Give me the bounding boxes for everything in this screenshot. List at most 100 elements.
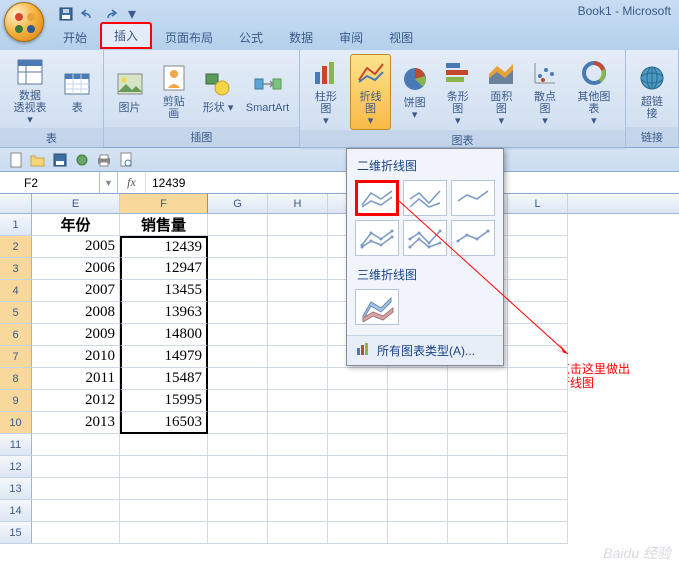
cell-L2[interactable] <box>508 236 568 258</box>
row-header-4[interactable]: 4 <box>0 280 32 302</box>
cell-J11[interactable] <box>388 434 448 456</box>
cell-K11[interactable] <box>448 434 508 456</box>
select-all-corner[interactable] <box>0 194 32 213</box>
cell-J8[interactable] <box>388 368 448 390</box>
cell-H11[interactable] <box>268 434 328 456</box>
cell-G14[interactable] <box>208 500 268 522</box>
fx-icon[interactable]: fx <box>118 172 146 193</box>
cell-G13[interactable] <box>208 478 268 500</box>
qat-customize-icon[interactable]: ▾ <box>122 4 142 24</box>
row-header-9[interactable]: 9 <box>0 390 32 412</box>
cell-F3[interactable]: 12947 <box>120 258 208 280</box>
cell-E3[interactable]: 2006 <box>32 258 120 280</box>
cell-K10[interactable] <box>448 412 508 434</box>
cell-I12[interactable] <box>328 456 388 478</box>
cell-F1[interactable]: 销售量 <box>120 214 208 236</box>
col-header-H[interactable]: H <box>268 194 328 213</box>
cell-F11[interactable] <box>120 434 208 456</box>
table-button[interactable]: 表 <box>58 66 97 116</box>
new-icon[interactable] <box>6 150 26 170</box>
name-box-dropdown[interactable]: ▼ <box>100 172 118 193</box>
line-3d-chart-type[interactable] <box>355 289 399 325</box>
cell-H4[interactable] <box>268 280 328 302</box>
cell-G2[interactable] <box>208 236 268 258</box>
cell-G6[interactable] <box>208 324 268 346</box>
cell-F4[interactable]: 13455 <box>120 280 208 302</box>
cell-H9[interactable] <box>268 390 328 412</box>
all-chart-types-button[interactable]: 所有图表类型(A)... <box>347 335 503 365</box>
cell-G8[interactable] <box>208 368 268 390</box>
other-charts-button[interactable]: 其他图表▾ <box>569 55 619 129</box>
cell-H2[interactable] <box>268 236 328 258</box>
cell-E9[interactable]: 2012 <box>32 390 120 412</box>
cell-J14[interactable] <box>388 500 448 522</box>
cell-H1[interactable] <box>268 214 328 236</box>
cell-G4[interactable] <box>208 280 268 302</box>
cell-H7[interactable] <box>268 346 328 368</box>
smartart-button[interactable]: SmartArt <box>242 66 293 116</box>
pie-chart-button[interactable]: 饼图▾ <box>395 61 434 123</box>
cell-E10[interactable]: 2013 <box>32 412 120 434</box>
cell-J12[interactable] <box>388 456 448 478</box>
cell-H13[interactable] <box>268 478 328 500</box>
pivot-table-button[interactable]: 数据 透视表 ▾ <box>6 54 54 128</box>
cell-F7[interactable]: 14979 <box>120 346 208 368</box>
cell-H6[interactable] <box>268 324 328 346</box>
save-icon[interactable] <box>56 4 76 24</box>
cell-E5[interactable]: 2008 <box>32 302 120 324</box>
cell-L7[interactable] <box>508 346 568 368</box>
cell-E2[interactable]: 2005 <box>32 236 120 258</box>
cell-E4[interactable]: 2007 <box>32 280 120 302</box>
tab-data[interactable]: 数据 <box>276 25 326 50</box>
cell-K8[interactable] <box>448 368 508 390</box>
line-chart-type-2[interactable] <box>403 180 447 216</box>
cell-K14[interactable] <box>448 500 508 522</box>
cell-I13[interactable] <box>328 478 388 500</box>
cell-F6[interactable]: 14800 <box>120 324 208 346</box>
area-chart-button[interactable]: 面积图▾ <box>482 55 522 129</box>
row-header-1[interactable]: 1 <box>0 214 32 236</box>
cell-I14[interactable] <box>328 500 388 522</box>
col-header-G[interactable]: G <box>208 194 268 213</box>
cell-L9[interactable] <box>508 390 568 412</box>
cell-E12[interactable] <box>32 456 120 478</box>
row-header-13[interactable]: 13 <box>0 478 32 500</box>
row-header-8[interactable]: 8 <box>0 368 32 390</box>
col-header-F[interactable]: F <box>120 194 208 213</box>
cell-H10[interactable] <box>268 412 328 434</box>
row-header-2[interactable]: 2 <box>0 236 32 258</box>
shapes-button[interactable]: 形状 ▾ <box>198 66 238 116</box>
cell-E13[interactable] <box>32 478 120 500</box>
line-chart-type-6[interactable] <box>451 220 495 256</box>
cell-H15[interactable] <box>268 522 328 544</box>
cell-F13[interactable] <box>120 478 208 500</box>
cell-K15[interactable] <box>448 522 508 544</box>
cell-L13[interactable] <box>508 478 568 500</box>
cell-J15[interactable] <box>388 522 448 544</box>
cell-K12[interactable] <box>448 456 508 478</box>
clipart-button[interactable]: 剪贴画 <box>153 60 194 122</box>
cell-G11[interactable] <box>208 434 268 456</box>
col-header-L[interactable]: L <box>508 194 568 213</box>
cell-H3[interactable] <box>268 258 328 280</box>
row-header-3[interactable]: 3 <box>0 258 32 280</box>
office-button[interactable] <box>4 2 44 42</box>
cell-G5[interactable] <box>208 302 268 324</box>
cell-E15[interactable] <box>32 522 120 544</box>
row-header-15[interactable]: 15 <box>0 522 32 544</box>
cell-F8[interactable]: 15487 <box>120 368 208 390</box>
cell-K13[interactable] <box>448 478 508 500</box>
row-header-7[interactable]: 7 <box>0 346 32 368</box>
cell-G7[interactable] <box>208 346 268 368</box>
cell-G1[interactable] <box>208 214 268 236</box>
picture-button[interactable]: 图片 <box>110 66 150 116</box>
cell-L11[interactable] <box>508 434 568 456</box>
cell-G9[interactable] <box>208 390 268 412</box>
cell-I10[interactable] <box>328 412 388 434</box>
cell-E11[interactable] <box>32 434 120 456</box>
row-header-12[interactable]: 12 <box>0 456 32 478</box>
col-header-E[interactable]: E <box>32 194 120 213</box>
cell-L4[interactable] <box>508 280 568 302</box>
cell-F9[interactable]: 15995 <box>120 390 208 412</box>
cell-G15[interactable] <box>208 522 268 544</box>
